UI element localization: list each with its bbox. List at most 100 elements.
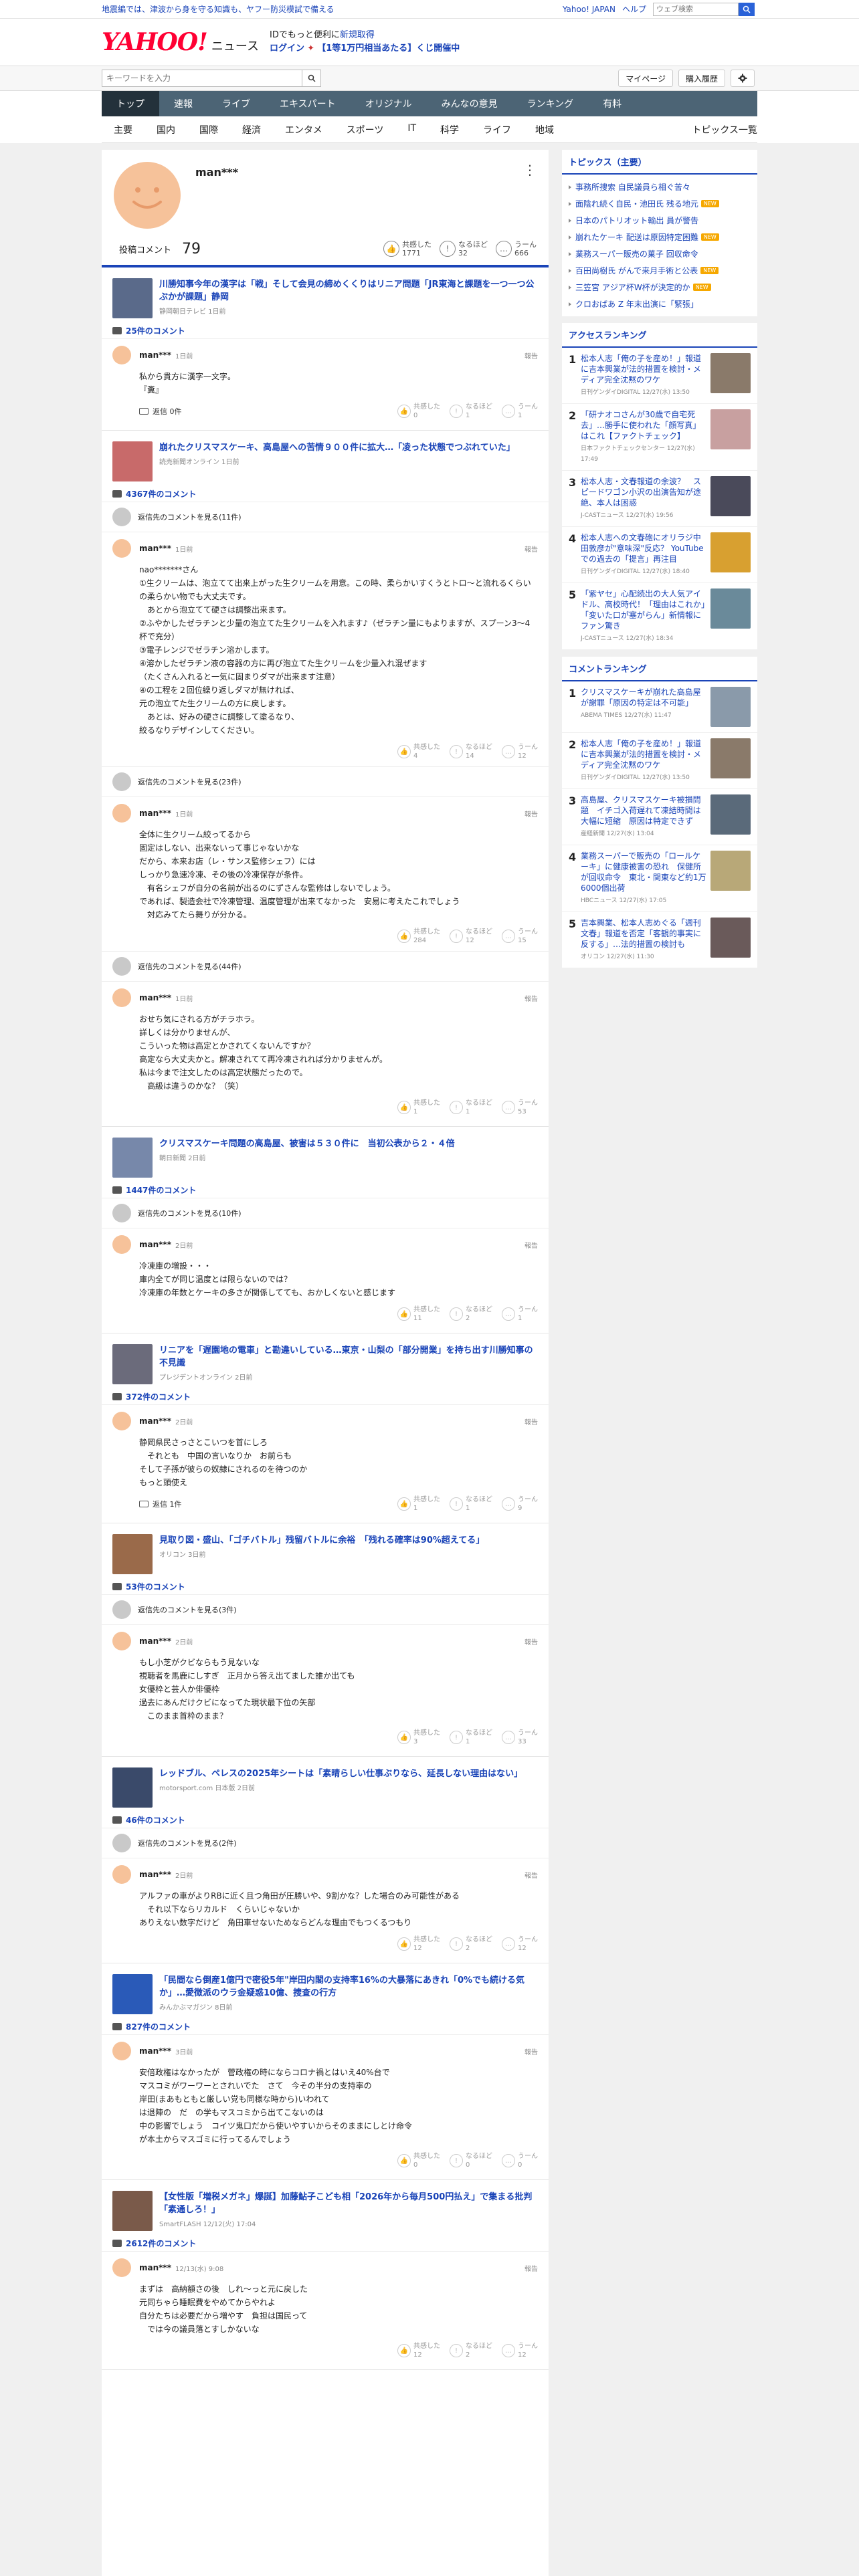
comment-count-link[interactable]: 2612件のコメント [102, 2235, 549, 2251]
topic-item[interactable]: クロおばあ Z 年末出演に「緊張」 [562, 296, 757, 312]
comment-count-link[interactable]: 25件のコメント [102, 322, 549, 338]
article-link[interactable]: リニアを「遅園地の電車」と勘違いしている…東京・山梨の「部分開業」を持ち出す川勝… [102, 1333, 549, 1388]
hmm-button[interactable]: … うーん 33 [502, 1729, 538, 1746]
insight-button[interactable]: ! なるほど 12 [450, 928, 492, 945]
ranking-item[interactable]: 2 松本人志「俺の子を産め！」報道に吉本興業が法的措置を検討・メディア完全沈黙のワ… [562, 733, 757, 789]
report-link[interactable]: 報告 [524, 350, 538, 360]
topic-item[interactable]: 面陰れ続く自民・池田氏 残る地元 NEW [562, 195, 757, 212]
gnav-breaking[interactable]: 速報 [159, 91, 207, 116]
empathy-button[interactable]: 👍 共感した 1 [397, 1099, 440, 1116]
hmm-button[interactable]: … うーん 12 [502, 743, 538, 760]
empathy-button[interactable]: 👍 共感した 4 [397, 743, 440, 760]
article-title[interactable]: 崩れたクリスマスケーキ、高島屋への苦情９００件に拡大…「凌った状態でつぶれていた… [159, 441, 515, 454]
ranking-item[interactable]: 3 高島屋、クリスマスケーキ被損問題 イチゴ入荷遅れて凍結時間は大幅に短縮 原因は… [562, 789, 757, 845]
hmm-button[interactable]: … うーん 1 [502, 1305, 538, 1323]
report-link[interactable]: 報告 [524, 544, 538, 554]
report-link[interactable]: 報告 [524, 1416, 538, 1426]
comment-count-link[interactable]: 53件のコメント [102, 1578, 549, 1594]
web-search-input[interactable] [653, 2, 739, 16]
parent-comment-link[interactable]: 返信先のコメントを見る(23件) [102, 766, 549, 796]
article-title[interactable]: クリスマスケーキ問題の高島屋、被害は５３０件に 当初公表から２・４倍 [159, 1138, 455, 1150]
insight-button[interactable]: ! なるほど 0 [450, 2152, 492, 2169]
report-link[interactable]: 報告 [524, 993, 538, 1003]
article-title[interactable]: リニアを「遅園地の電車」と勘違いしている…東京・山梨の「部分開業」を持ち出す川勝… [159, 1344, 538, 1370]
cat-life[interactable]: ライフ [471, 123, 523, 136]
article-link[interactable]: 「民間なら倒産1億円で密役5年"岸田内閣の支持率16%の大暴落にあきれ「0%でも… [102, 1963, 549, 2018]
ranking-item[interactable]: 5 「紫ヤセ」心配続出の大人気アイドル、高校時代！「理由はこれか」「変いた口が塞が… [562, 583, 757, 650]
keyword-input[interactable] [102, 70, 302, 87]
mypage-button[interactable]: マイページ [618, 70, 673, 87]
yahoo-news-logo[interactable]: YAHOO! ニュース [102, 28, 259, 56]
web-search-button[interactable] [739, 2, 755, 16]
topic-item[interactable]: 崩れたケーキ 配送は原因特定困難 NEW [562, 229, 757, 245]
report-link[interactable]: 報告 [524, 1240, 538, 1250]
topic-item[interactable]: 日本のパトリオット輸出 員が警告 [562, 212, 757, 229]
cat-main[interactable]: 主要 [102, 123, 145, 136]
ranking-item[interactable]: 3 松本人志・文春報道の余波？ スピードワゴン小沢の出演告知が途絶、本人は困惑 J-… [562, 471, 757, 527]
cat-local[interactable]: 地域 [523, 123, 566, 136]
new-signup-link[interactable]: 新規取得 [340, 30, 375, 40]
topic-item[interactable]: 百田尚樹氏 がんで来月手術と公表 NEW [562, 262, 757, 279]
cat-science[interactable]: 科学 [428, 123, 471, 136]
settings-button[interactable] [731, 70, 755, 87]
insight-button[interactable]: ! なるほど 1 [450, 1099, 492, 1116]
login-link[interactable]: ログイン [270, 43, 304, 53]
topic-item[interactable]: 三笠宮 アジア杯W杯が決定的か NEW [562, 279, 757, 296]
parent-comment-link[interactable]: 返信先のコメントを見る(10件) [102, 1198, 549, 1228]
insight-button[interactable]: ! なるほど 1 [450, 1729, 492, 1746]
empathy-button[interactable]: 👍 共感した 0 [397, 2152, 440, 2169]
empathy-button[interactable]: 👍 共感した 284 [397, 928, 440, 945]
cat-sports[interactable]: スポーツ [335, 123, 396, 136]
report-link[interactable]: 報告 [524, 2263, 538, 2273]
gnav-live[interactable]: ライブ [207, 91, 265, 116]
parent-comment-link[interactable]: 返信先のコメントを見る(11件) [102, 502, 549, 532]
ranking-item[interactable]: 4 業務スーパーで販売の「ロールケーキ」に健康被害の恐れ 保健所が回収命令 東北・… [562, 845, 757, 912]
disaster-notice-link[interactable]: 地震編では、津波から身を守る知識も、ヤフー防災模試で備える [102, 3, 335, 15]
comment-count-link[interactable]: 1447件のコメント [102, 1182, 549, 1198]
comment-count-link[interactable]: 46件のコメント [102, 1812, 549, 1828]
article-link[interactable]: 川勝知事今年の漢字は「戦」そして会見の締めくくりはリニア問題「JR東海と課題を一… [102, 267, 549, 322]
purchase-history-button[interactable]: 購入履歴 [678, 70, 725, 87]
article-link[interactable]: レッドブル、ペレスの2025年シートは「素晴らしい仕事ぶりなら、延長しない理由は… [102, 1757, 549, 1812]
cat-it[interactable]: IT [395, 123, 428, 136]
topic-item[interactable]: 事務所捜索 自民議員ら相ぐ苦々 [562, 179, 757, 195]
hmm-button[interactable]: … うーん 0 [502, 2152, 538, 2169]
parent-comment-link[interactable]: 返信先のコメントを見る(44件) [102, 951, 549, 981]
comment-count-link[interactable]: 4367件のコメント [102, 486, 549, 502]
empathy-button[interactable]: 👍 共感した 12 [397, 2342, 440, 2359]
cat-economy[interactable]: 経済 [230, 123, 273, 136]
gnav-paid[interactable]: 有料 [588, 91, 636, 116]
parent-comment-link[interactable]: 返信先のコメントを見る(3件) [102, 1594, 549, 1624]
empathy-button[interactable]: 👍 共感した 11 [397, 1305, 440, 1323]
article-link[interactable]: 【女性版「増税メガネ」爆誕】加藤鮎子こども相「2026年から毎月500円払え」で… [102, 2180, 549, 2235]
topic-item[interactable]: 業務スーパー販売の菓子 回収命令 [562, 245, 757, 262]
article-title[interactable]: 「民間なら倒産1億円で密役5年"岸田内閣の支持率16%の大暴落にあきれ「0%でも… [159, 1974, 538, 2000]
hmm-button[interactable]: … うーん 9 [502, 1495, 538, 1513]
gnav-expert[interactable]: エキスパート [265, 91, 351, 116]
insight-button[interactable]: ! なるほど 2 [450, 1935, 492, 1953]
topics-list-link[interactable]: トピックス一覧 [692, 123, 757, 136]
help-link[interactable]: ヘルプ [622, 3, 646, 15]
insight-button[interactable]: ! なるほど 14 [450, 743, 492, 760]
comment-count-link[interactable]: 827件のコメント [102, 2018, 549, 2034]
cat-world[interactable]: 国際 [187, 123, 230, 136]
article-title[interactable]: レッドブル、ペレスの2025年シートは「素晴らしい仕事ぶりなら、延長しない理由は… [159, 1767, 522, 1780]
empathy-button[interactable]: 👍 共感した 12 [397, 1935, 440, 1953]
insight-button[interactable]: ! なるほど 1 [450, 403, 492, 420]
lottery-link[interactable]: 【1等1万円相当あたる】くじ開催中 [317, 43, 460, 53]
article-title[interactable]: 【女性版「増税メガネ」爆誕】加藤鮎子こども相「2026年から毎月500円払え」で… [159, 2191, 538, 2216]
more-menu-icon[interactable]: ⋮ [523, 162, 537, 178]
report-link[interactable]: 報告 [524, 1870, 538, 1880]
ranking-item[interactable]: 1 松本人志「俺の子を産め！」報道に吉本興業が法的措置を検討・メディア完全沈黙のワ… [562, 348, 757, 404]
report-link[interactable]: 報告 [524, 2046, 538, 2056]
report-link[interactable]: 報告 [524, 1636, 538, 1646]
article-link[interactable]: クリスマスケーキ問題の高島屋、被害は５３０件に 当初公表から２・４倍 朝日新聞 2… [102, 1127, 549, 1182]
parent-comment-link[interactable]: 返信先のコメントを見る(2件) [102, 1828, 549, 1858]
keyword-search-button[interactable] [302, 70, 321, 87]
comment-count-link[interactable]: 372件のコメント [102, 1388, 549, 1404]
gnav-opinion[interactable]: みんなの意見 [427, 91, 512, 116]
hmm-button[interactable]: … うーん 12 [502, 2342, 538, 2359]
cat-entertainment[interactable]: エンタメ [273, 123, 335, 136]
ranking-item[interactable]: 2 「研ナオコさんが30歳で自宅死去」…勝手に使われた「顔写真」はこれ【ファクトチ… [562, 404, 757, 471]
gnav-ranking[interactable]: ランキング [512, 91, 589, 116]
